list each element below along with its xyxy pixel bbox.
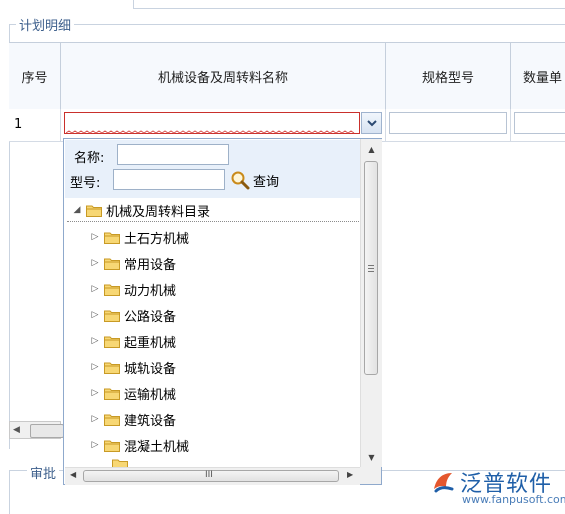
validation-underline [66, 130, 355, 134]
tree-node-earthmoving[interactable]: ▷ 土石方机械 [89, 226, 189, 248]
top-frame-edge [133, 0, 134, 8]
triangle-right-icon[interactable]: ▷ [89, 232, 101, 242]
fieldset-border-left [9, 470, 10, 514]
magnifier-icon [231, 171, 250, 190]
tree-node-label: 公路设备 [124, 309, 177, 325]
tree-vertical-scrollbar[interactable]: ▲ ▼ [360, 139, 382, 467]
scrollbar-thumb[interactable] [364, 161, 378, 375]
tree-node-partial [109, 459, 132, 467]
tree-node-construction-equipment[interactable]: ▷ 建筑设备 [89, 408, 176, 430]
plan-details-legend: 计划明细 [16, 15, 75, 34]
model-search-input[interactable] [113, 169, 225, 190]
top-frame-edge [133, 8, 565, 9]
tree-node-label: 常用设备 [124, 257, 177, 273]
triangle-down-icon[interactable]: ◢ [71, 205, 83, 215]
query-button[interactable]: 查询 [230, 170, 279, 190]
column-header-index: 序号 [21, 70, 48, 86]
grid-horizontal-scrollbar[interactable]: ◀ [9, 421, 64, 439]
table-header: 序号 机械设备及周转料名称 规格型号 数量单 [9, 42, 565, 110]
tree-node-label: 运输机械 [124, 387, 177, 403]
scroll-left-icon[interactable]: ◀ [13, 425, 20, 435]
scroll-down-icon[interactable]: ▼ [361, 449, 382, 465]
tree-node-highway-equipment[interactable]: ▷ 公路设备 [89, 304, 176, 326]
scrollbar-thumb[interactable] [30, 424, 64, 438]
name-label: 名称: [74, 151, 105, 166]
category-tree: ◢ 机械及周转料目录 ▷ 土石方机械 ▷ 常用设备 ▷ 动力机械 ▷ 公路设备 [65, 199, 360, 467]
folder-icon [104, 388, 120, 400]
tree-node-transport-machinery[interactable]: ▷ 运输机械 [89, 382, 176, 404]
scrollbar-thumb[interactable]: III [83, 470, 339, 482]
brand-url: www.fanpusoft.com [462, 493, 565, 506]
folder-icon [86, 205, 102, 217]
combobox-dropdown-button[interactable] [361, 112, 382, 134]
spec-input[interactable] [389, 112, 507, 134]
column-header-quantity: 数量单 [523, 70, 563, 86]
quantity-input[interactable] [514, 112, 565, 134]
column-header-name: 机械设备及周转料名称 [157, 70, 288, 86]
tree-node-label: 城轨设备 [124, 361, 177, 377]
column-divider [510, 109, 511, 141]
equipment-dropdown-panel: 名称: 型号: 查询 ◢ 机械及周转料目录 ▷ 土石方机械 ▷ 常用设备 ▷ 动… [63, 138, 382, 485]
name-search-input[interactable] [117, 144, 229, 165]
triangle-right-icon[interactable]: ▷ [89, 440, 101, 450]
triangle-right-icon[interactable]: ▷ [89, 414, 101, 424]
folder-icon [104, 232, 120, 244]
grip-icon: III [205, 470, 213, 480]
folder-icon [104, 440, 120, 452]
tree-node-label: 机械及周转料目录 [106, 204, 211, 220]
chevron-down-icon [366, 119, 377, 126]
approval-legend: 审批 [27, 463, 60, 482]
dropdown-search-form: 名称: 型号: 查询 [65, 140, 360, 198]
tree-node-label: 混凝土机械 [124, 439, 190, 455]
tree-node-label: 动力机械 [124, 283, 177, 299]
folder-icon [104, 258, 120, 270]
tree-node-concrete-machinery[interactable]: ▷ 混凝土机械 [89, 434, 189, 456]
folder-icon [104, 336, 120, 348]
triangle-right-icon[interactable]: ▷ [89, 284, 101, 294]
selection-dotted-border [67, 221, 359, 222]
triangle-right-icon[interactable]: ▷ [89, 310, 101, 320]
query-button-label: 查询 [253, 174, 280, 190]
grip-icon [368, 265, 374, 272]
column-header-spec: 规格型号 [421, 70, 474, 86]
triangle-right-icon[interactable]: ▷ [89, 362, 101, 372]
tree-node-label: 建筑设备 [124, 413, 177, 429]
triangle-right-icon[interactable]: ▷ [89, 258, 101, 268]
tree-node-common-equipment[interactable]: ▷ 常用设备 [89, 252, 176, 274]
folder-icon [104, 362, 120, 374]
row-index: 1 [14, 117, 23, 132]
scroll-right-icon[interactable]: ▶ [347, 470, 353, 479]
fieldset-border-top [9, 24, 565, 25]
tree-node-label: 土石方机械 [124, 231, 190, 247]
column-divider [60, 109, 61, 141]
tree-horizontal-scrollbar[interactable]: ◀ III ▶ [65, 467, 360, 485]
brand-logo-icon [434, 473, 454, 493]
scrollbar-corner [360, 467, 381, 484]
folder-icon [104, 414, 120, 426]
model-label: 型号: [70, 176, 101, 191]
tree-node-label: 起重机械 [124, 335, 177, 351]
folder-icon [112, 459, 128, 467]
folder-icon [104, 310, 120, 322]
tree-node-root[interactable]: ◢ 机械及周转料目录 [71, 199, 210, 221]
tree-node-lifting-machinery[interactable]: ▷ 起重机械 [89, 330, 176, 352]
folder-icon [104, 284, 120, 296]
triangle-right-icon[interactable]: ▷ [89, 336, 101, 346]
scroll-left-icon[interactable]: ◀ [70, 470, 76, 479]
tree-node-power-machinery[interactable]: ▷ 动力机械 [89, 278, 176, 300]
scroll-up-icon[interactable]: ▲ [361, 141, 382, 157]
tree-node-rail-equipment[interactable]: ▷ 城轨设备 [89, 356, 176, 378]
triangle-right-icon[interactable]: ▷ [89, 388, 101, 398]
column-divider [385, 109, 386, 141]
